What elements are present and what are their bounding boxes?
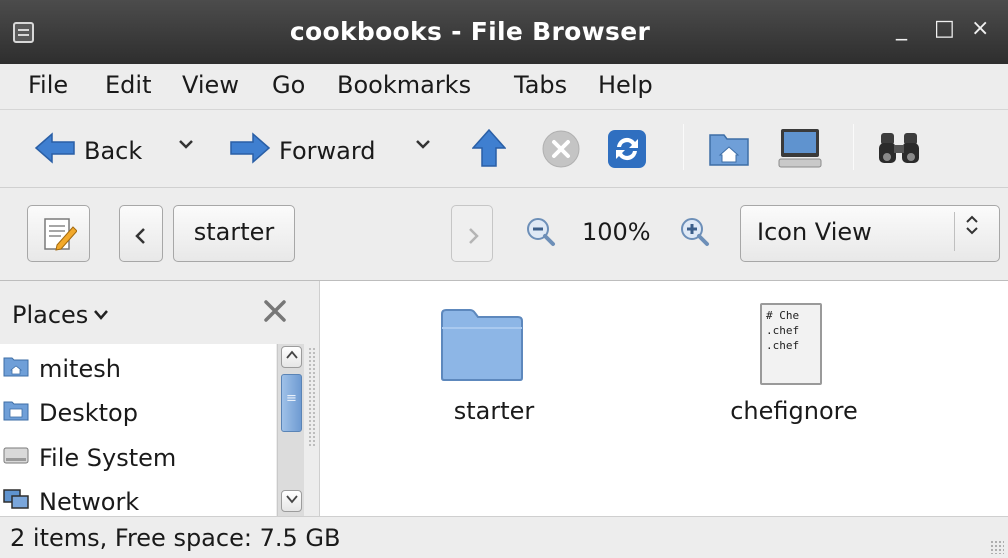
forward-label: Forward: [279, 137, 376, 165]
sidebar-item-desktop[interactable]: Desktop: [3, 393, 138, 433]
stop-button[interactable]: [541, 129, 581, 175]
home-folder-icon: [3, 355, 29, 383]
chevron-down-icon: [92, 301, 110, 329]
sidebar-item-network[interactable]: Network: [3, 482, 139, 516]
back-arrow-icon: [34, 132, 76, 170]
chevron-right-icon: [465, 224, 481, 252]
forward-history-chevron-icon[interactable]: [414, 135, 432, 158]
breadcrumb-right-button[interactable]: [451, 205, 493, 262]
close-button[interactable]: ×: [971, 16, 989, 41]
location-toggle-button[interactable]: [27, 205, 90, 262]
home-button[interactable]: [708, 129, 750, 173]
file-item-starter[interactable]: starter: [419, 306, 569, 431]
breadcrumb-left-button[interactable]: [119, 205, 163, 262]
places-label: Places: [12, 301, 89, 329]
window-resize-grip[interactable]: [990, 540, 1004, 554]
zoom-out-icon[interactable]: [526, 217, 556, 253]
main-toolbar: Back Forward: [0, 110, 1008, 188]
sidebar-item-label: File System: [39, 444, 177, 472]
sidebar-item-label: Network: [39, 488, 140, 516]
search-binoculars-icon: [877, 129, 921, 173]
home-folder-icon: [708, 129, 750, 173]
sidebar-scrollbar[interactable]: [277, 344, 304, 516]
menu-edit[interactable]: Edit: [105, 71, 151, 99]
status-bar: 2 items, Free space: 7.5 GB: [0, 516, 1008, 558]
edit-location-icon: [43, 217, 78, 259]
chevron-left-icon: [133, 224, 149, 252]
places-dropdown[interactable]: Places: [12, 301, 110, 329]
up-button[interactable]: [471, 128, 507, 174]
select-divider: [954, 212, 955, 251]
scroll-up-icon[interactable]: [281, 346, 302, 368]
file-preview-line: .chef: [766, 324, 800, 337]
sidebar: Places mitesh Desktop File System Networ…: [0, 281, 320, 516]
network-icon: [3, 488, 29, 516]
file-name: starter: [453, 397, 535, 425]
back-label: Back: [84, 137, 143, 165]
up-arrow-icon: [471, 128, 507, 174]
view-mode-value: Icon View: [757, 218, 872, 246]
file-item-chefignore[interactable]: # Che .chef .chef chefignore: [719, 303, 869, 431]
maximize-button[interactable]: □: [934, 16, 955, 41]
menu-go[interactable]: Go: [272, 71, 305, 99]
toolbar-separator: [853, 124, 854, 170]
toolbar-separator: [683, 124, 684, 170]
search-button[interactable]: [877, 129, 921, 173]
view-mode-select[interactable]: Icon View: [740, 205, 1000, 262]
breadcrumb-label: starter: [193, 218, 275, 246]
sidebar-item-label: mitesh: [39, 355, 121, 383]
close-sidebar-icon[interactable]: [262, 298, 288, 330]
reload-icon: [606, 128, 648, 176]
pane-resize-grip[interactable]: [308, 347, 316, 447]
drive-icon: [3, 444, 29, 472]
text-file-icon: # Che .chef .chef: [760, 303, 822, 385]
menu-bar: File Edit View Go Bookmarks Tabs Help: [0, 64, 1008, 110]
breadcrumb-starter[interactable]: starter: [173, 205, 295, 262]
menu-help[interactable]: Help: [598, 71, 653, 99]
computer-button[interactable]: [777, 127, 823, 175]
forward-button[interactable]: Forward: [229, 132, 376, 170]
sidebar-item-label: Desktop: [39, 399, 138, 427]
menu-file[interactable]: File: [28, 71, 68, 99]
back-button[interactable]: Back: [34, 132, 142, 170]
back-history-chevron-icon[interactable]: [177, 135, 195, 158]
menu-view[interactable]: View: [182, 71, 239, 99]
scroll-down-icon[interactable]: [281, 490, 302, 512]
places-list: mitesh Desktop File System Network: [0, 344, 276, 516]
title-bar: cookbooks - File Browser _ □ ×: [0, 0, 1008, 64]
menu-bookmarks[interactable]: Bookmarks: [337, 71, 471, 99]
reload-button[interactable]: [606, 128, 648, 176]
zoom-in-icon[interactable]: [680, 217, 710, 253]
zoom-level: 100%: [582, 218, 651, 246]
file-name: chefignore: [730, 397, 858, 425]
desktop-folder-icon: [3, 399, 29, 427]
scrollbar-thumb[interactable]: [281, 374, 302, 432]
folder-icon: [440, 306, 524, 388]
computer-icon: [777, 127, 823, 175]
menu-tabs[interactable]: Tabs: [514, 71, 567, 99]
window-title: cookbooks - File Browser: [289, 17, 651, 46]
file-preview-line: .chef: [766, 339, 800, 352]
file-preview-line: # Che: [766, 309, 800, 322]
minimize-button[interactable]: _: [896, 16, 907, 41]
stop-icon: [541, 129, 581, 175]
forward-arrow-icon: [229, 132, 271, 170]
chevron-updown-icon: [965, 214, 979, 239]
sidebar-item-mitesh[interactable]: mitesh: [3, 349, 121, 389]
location-bar: starter 100% Icon View: [0, 188, 1008, 281]
file-view: starter # Che .chef .chef chefignore: [321, 281, 1008, 516]
sidebar-item-file-system[interactable]: File System: [3, 438, 176, 478]
status-text: 2 items, Free space: 7.5 GB: [10, 524, 341, 552]
